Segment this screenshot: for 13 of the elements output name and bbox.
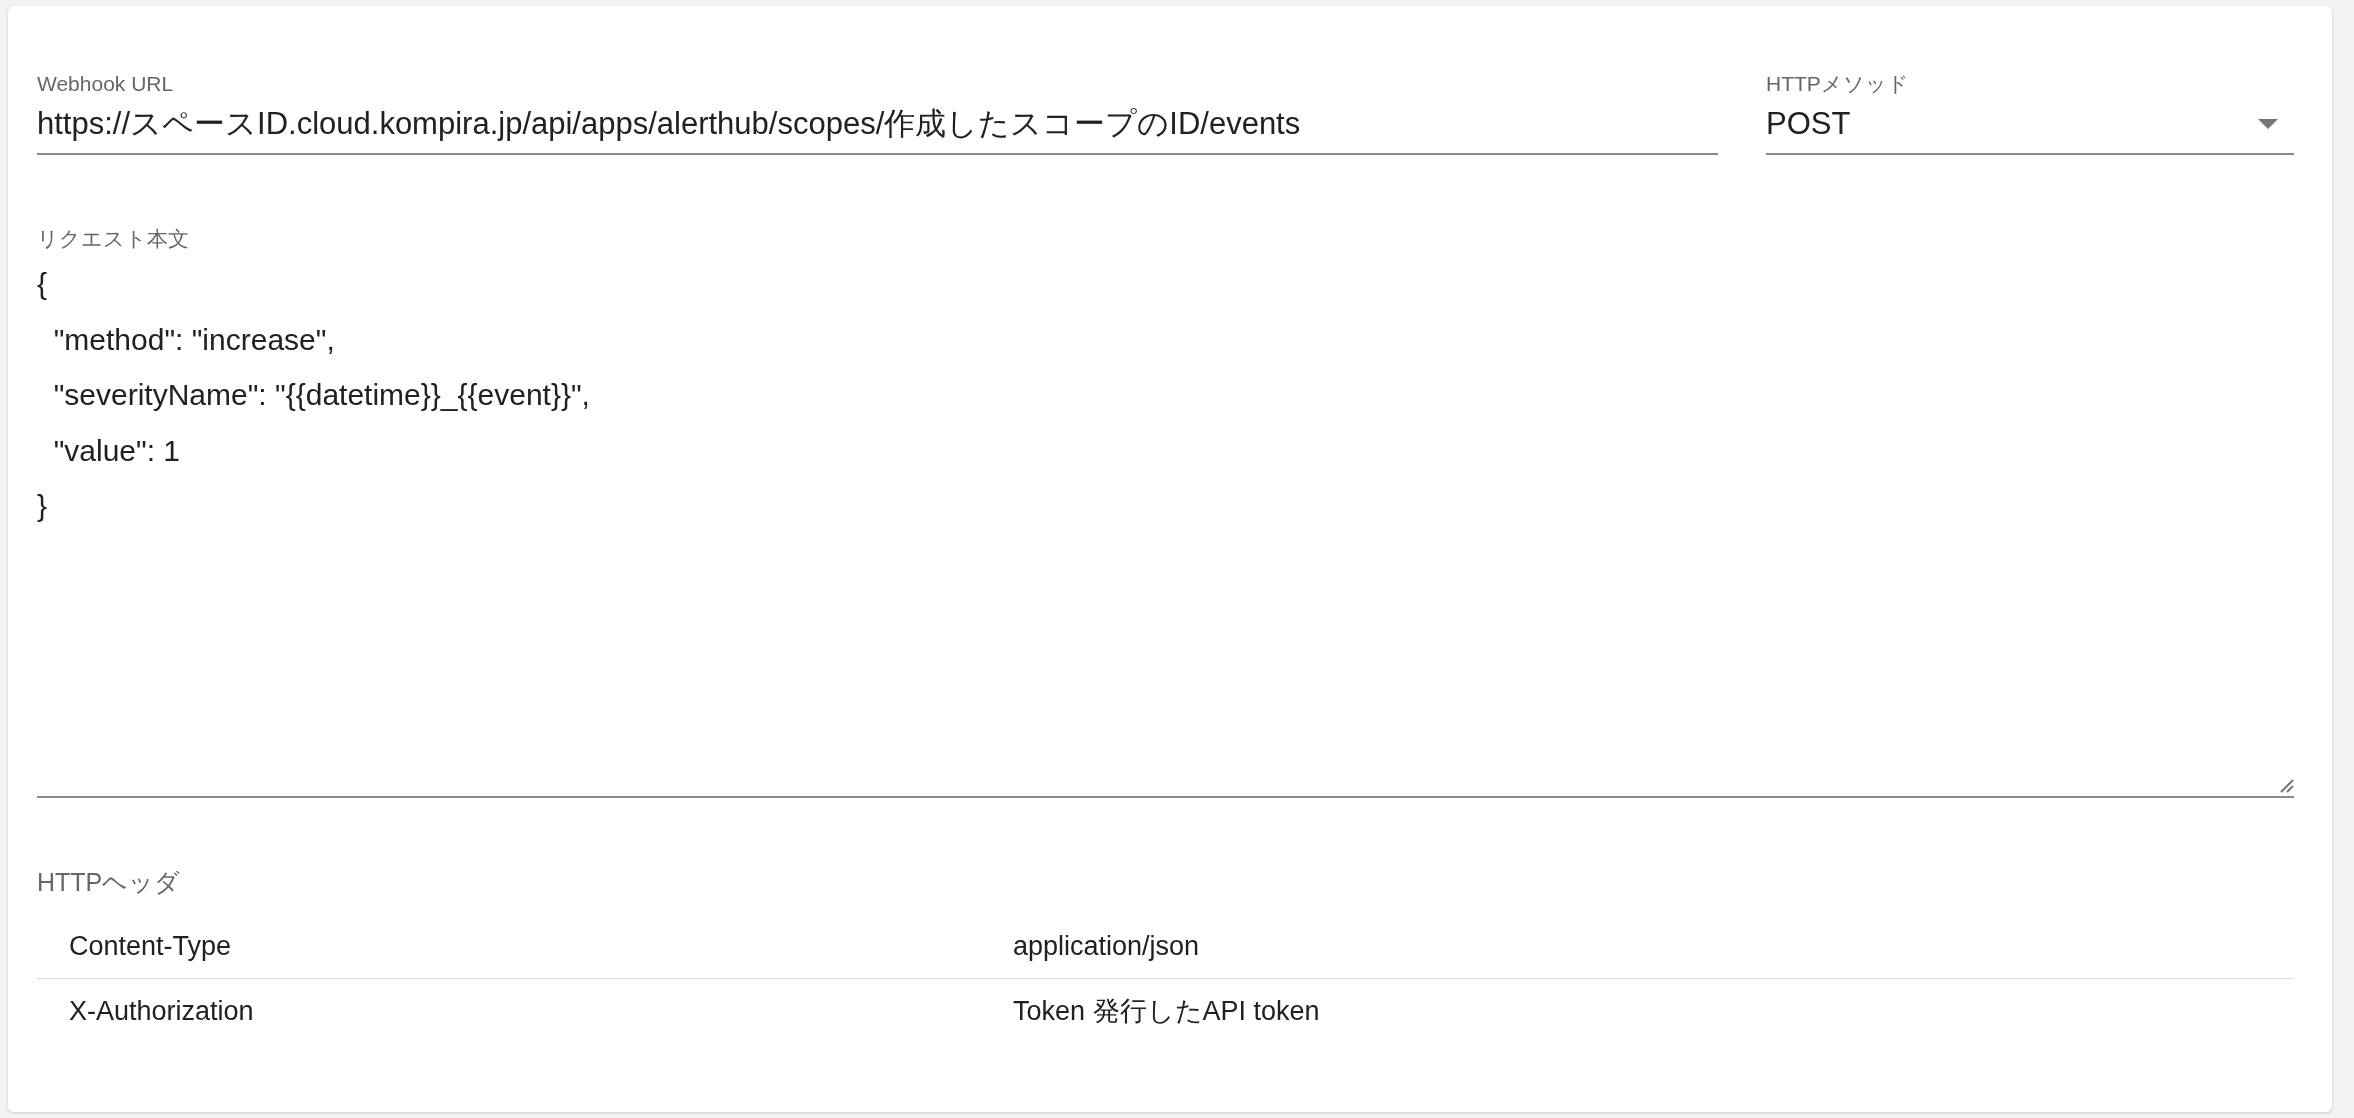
section-label: HTTPヘッダ	[37, 868, 182, 896]
resize-handle-icon[interactable]	[2278, 777, 2294, 793]
header-value-cell: Token 発行したAPI token	[981, 978, 2294, 1043]
field-label: Webhook URL	[37, 71, 175, 97]
header-name-cell: X-Authorization	[37, 978, 981, 1043]
webhook-url-input[interactable]: https://スペースID.cloud.kompira.jp/api/apps/alerthub/scopes/作成したスコープのID/events	[37, 98, 1718, 155]
header-name-cell: Content-Type	[37, 914, 981, 979]
header-value-cell: application/json	[981, 914, 2294, 979]
request-body-textarea[interactable]: { "method": "increase", "severityName": "{{datetime}}_{{event}}", "value": 1 }	[37, 253, 2294, 798]
caret-icon	[2258, 119, 2278, 129]
field-label: リクエスト本文	[37, 226, 190, 252]
field-label: HTTPメソッド	[1766, 71, 1910, 97]
http-method-dropdown[interactable]: POST	[1766, 98, 2294, 155]
